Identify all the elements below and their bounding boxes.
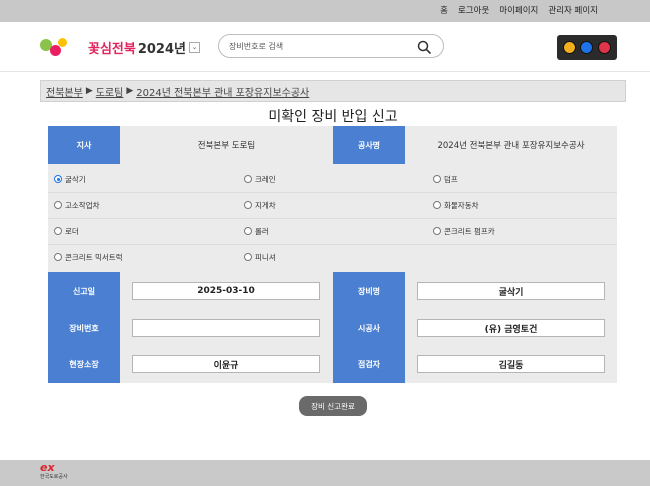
footer: ex 한국도로공사 [0,460,650,486]
contractor-field[interactable]: (유) 금영토건 [417,319,605,337]
radio-label: 크레인 [255,174,276,184]
radio-button[interactable] [433,227,441,235]
radio-button[interactable] [244,253,252,261]
radio-label: 고소작업차 [65,200,100,210]
report-date-label: 신고일 [48,272,120,310]
radio-cargo-truck[interactable]: 화물자동차 [433,192,479,218]
site-manager-label: 현장소장 [48,346,120,383]
breadcrumb: 전북본부 ▶ 도로팀 ▶ 2024년 전북본부 관내 포장유지보수공사 [40,80,626,102]
top-bar: 홈 로그아웃 마이페이지 관리자 페이지 [0,0,650,22]
search-bar [218,34,444,58]
site-logo[interactable]: 꽃심전북 2024년 ⌄ [40,35,200,59]
inspector-label: 점검자 [333,346,405,383]
breadcrumb-item[interactable]: 2024년 전북본부 관내 포장유지보수공사 [136,84,309,99]
radio-label: 화물자동차 [444,200,479,210]
radio-label: 지게차 [255,200,276,210]
equipment-number-label: 장비번호 [48,309,120,347]
breadcrumb-arrow-icon: ▶ [85,86,93,96]
site-manager-field[interactable]: 이윤규 [132,355,320,373]
equipment-report-form: 지사 전북본부 도로팀 공사명 2024년 전북본부 관내 포장유지보수공사 굴… [48,126,617,383]
radio-roller[interactable]: 롤러 [244,218,269,244]
traffic-light-lamp [563,41,577,54]
search-icon[interactable] [417,40,431,54]
nav-admin-link[interactable]: 관리자 페이지 [548,4,598,16]
equipment-number-field[interactable] [132,319,320,337]
submit-report-button[interactable]: 장비 신고완료 [299,396,367,416]
inspector-field[interactable]: 김길동 [417,355,605,373]
traffic-light-lamp [597,41,611,54]
divider [48,218,617,219]
radio-button[interactable] [433,201,441,209]
project-label: 공사명 [333,126,405,164]
radio-button[interactable] [54,253,62,261]
radio-button[interactable] [244,227,252,235]
radio-concrete-pump-car[interactable]: 콘크리트 펌프카 [433,218,495,244]
footer-company-name: 한국도로공사 [40,474,68,480]
radio-finisher[interactable]: 피니셔 [244,244,276,270]
radio-label: 피니셔 [255,252,276,262]
nav-logout-link[interactable]: 로그아웃 [458,4,489,16]
radio-button[interactable] [54,201,62,209]
logo-year: 2024년 [137,41,186,57]
branch-value: 전북본부 도로팀 [197,141,256,151]
radio-label: 콘크리트 믹서트럭 [65,252,123,262]
ex-logo-icon: ex [40,461,55,474]
nav-home-link[interactable]: 홈 [440,4,448,16]
branch-label: 지사 [48,126,120,164]
radio-label: 롤러 [255,226,269,236]
breadcrumb-item[interactable]: 전북본부 [46,84,83,99]
logo-text: 꽃심전북 [88,41,136,57]
radio-label: 로더 [65,226,79,236]
breadcrumb-item[interactable]: 도로팀 [96,84,124,99]
traffic-light-icon [557,35,617,60]
radio-aerial-work-vehicle[interactable]: 고소작업차 [54,192,100,218]
flower-badge-icon [40,36,70,58]
breadcrumb-arrow-icon: ▶ [126,86,134,96]
radio-button[interactable] [54,175,62,183]
year-dropdown-icon[interactable]: ⌄ [189,41,200,53]
radio-button[interactable] [244,201,252,209]
equipment-type-radio-group: 굴삭기 크레인 덤프 고소작업차 지게차 화물자동차 로더 롤러 콘크리트 펌프… [48,166,617,270]
project-value: 2024년 전북본부 관내 포장유지보수공사 [437,141,585,151]
equipment-name-label: 장비명 [333,272,405,310]
top-nav: 홈 로그아웃 마이페이지 관리자 페이지 [440,4,598,16]
footer-logo: ex 한국도로공사 [40,462,74,484]
traffic-light-lamp [580,41,594,54]
contractor-label: 시공사 [333,309,405,347]
search-input[interactable] [229,39,409,54]
equipment-name-field[interactable]: 굴삭기 [417,282,605,300]
radio-button[interactable] [433,175,441,183]
radio-loader[interactable]: 로더 [54,218,79,244]
nav-mypage-link[interactable]: 마이페이지 [499,4,538,16]
radio-label: 굴삭기 [65,174,86,184]
radio-excavator[interactable]: 굴삭기 [54,166,86,192]
radio-button[interactable] [54,227,62,235]
radio-button[interactable] [244,175,252,183]
radio-label: 덤프 [444,174,458,184]
radio-forklift[interactable]: 지게차 [244,192,276,218]
radio-dump[interactable]: 덤프 [433,166,458,192]
page-title: 미확인 장비 반입 신고 [268,109,398,125]
form-header-row: 지사 전북본부 도로팀 공사명 2024년 전북본부 관내 포장유지보수공사 [48,126,617,164]
radio-crane[interactable]: 크레인 [244,166,276,192]
radio-concrete-mixer-truck[interactable]: 콘크리트 믹서트럭 [54,244,123,270]
report-date-field[interactable]: 2025-03-10 [132,282,320,300]
divider [48,192,617,193]
radio-label: 콘크리트 펌프카 [444,226,495,236]
header: 꽃심전북 2024년 ⌄ [0,22,650,72]
divider [48,244,617,245]
